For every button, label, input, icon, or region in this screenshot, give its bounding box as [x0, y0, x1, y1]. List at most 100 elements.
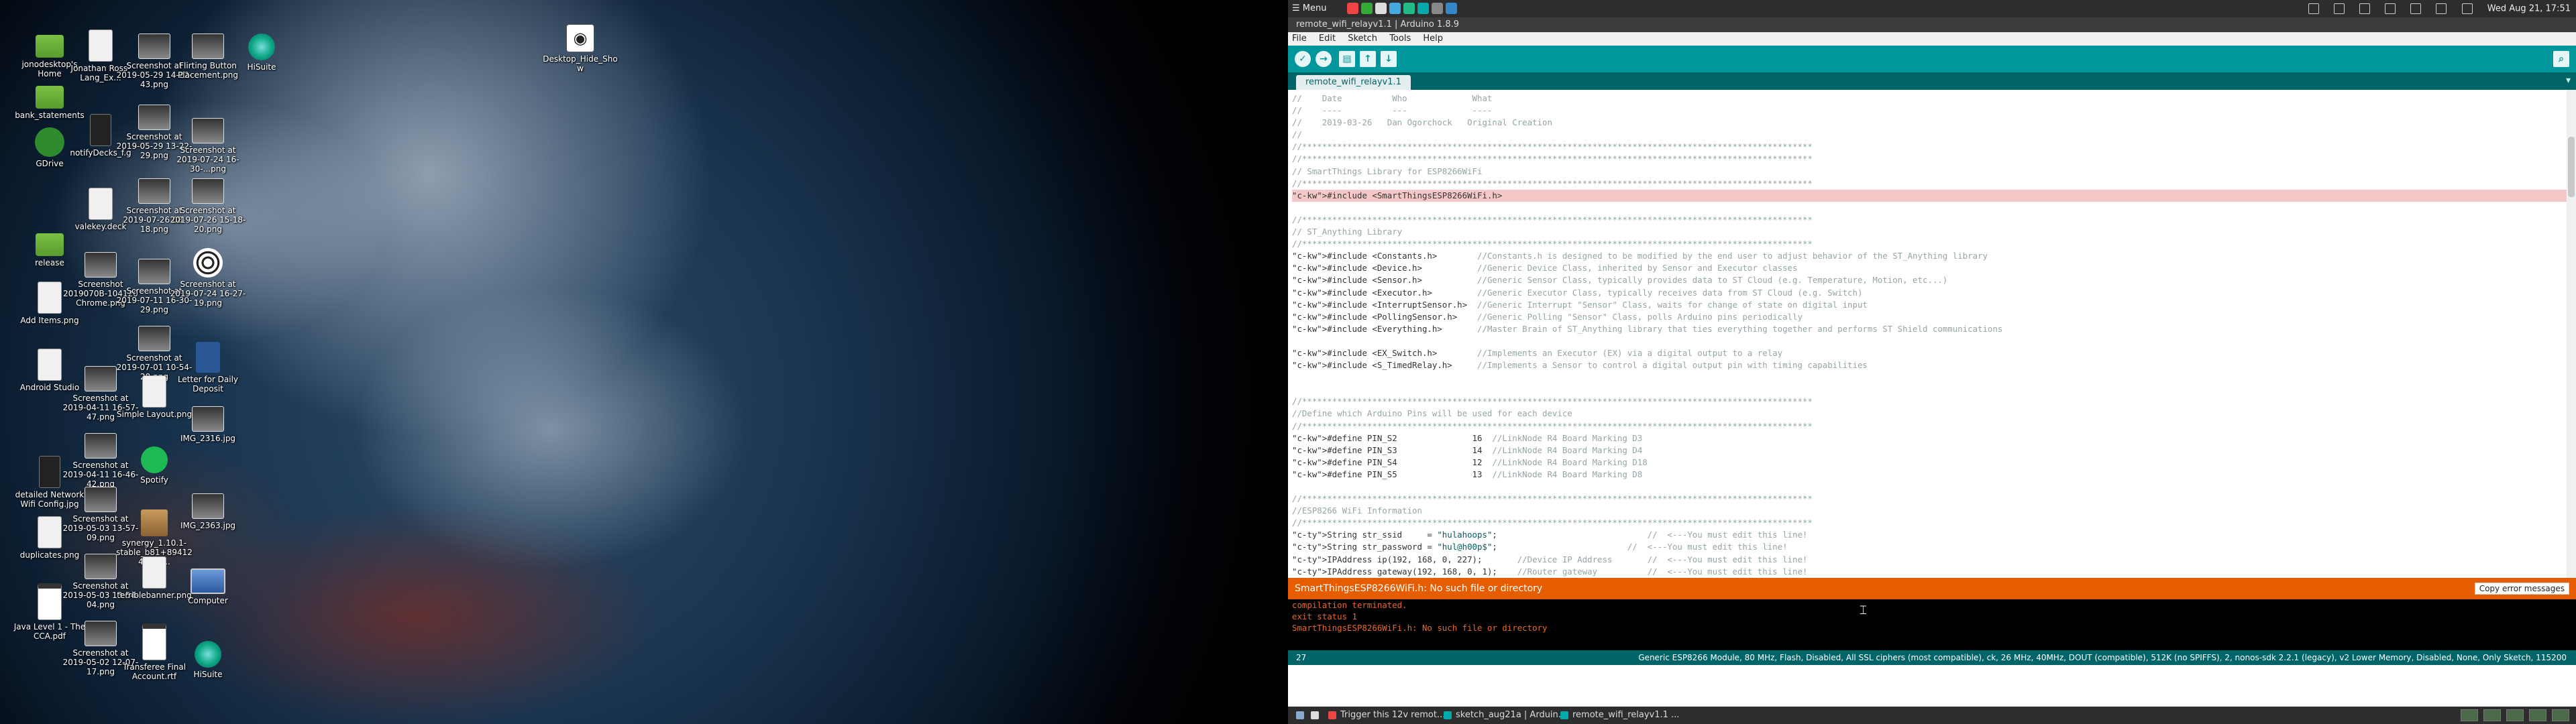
tab-bar: remote_wifi_relayv1.1 ▾ — [1288, 72, 2576, 90]
code-line[interactable]: "c-kw">#include <Device.h> //Generic Dev… — [1292, 262, 2572, 274]
desktop-icon[interactable]: Screenshot at 2019-07-24 16-30-...png — [168, 114, 248, 174]
files-icon[interactable] — [1375, 3, 1387, 14]
code-line[interactable] — [1292, 383, 2572, 396]
code-line[interactable]: "c-kw">#include <EX_Switch.h> //Implemen… — [1292, 347, 2572, 359]
code-line[interactable]: "c-kw">#define PIN_S5 13 //LinkNode R4 B… — [1292, 469, 2572, 481]
workspace-4[interactable] — [2529, 709, 2546, 721]
code-line[interactable]: "c-kw">#include <Everything.h> //Master … — [1292, 323, 2572, 335]
code-line[interactable]: "c-kw">#include <SmartThingsESP8266WiFi.… — [1292, 189, 2572, 202]
code-line[interactable]: "c-kw">#include <S_TimedRelay.h> //Imple… — [1292, 359, 2572, 371]
workspace-3[interactable] — [2506, 709, 2524, 721]
copy-error-messages-button[interactable]: Copy error messages — [2474, 583, 2569, 595]
code-line[interactable]: //**************************************… — [1292, 517, 2572, 529]
code-line[interactable]: //**************************************… — [1292, 178, 2572, 190]
info-icon[interactable] — [2333, 3, 2345, 14]
code-line[interactable]: //**************************************… — [1292, 396, 2572, 408]
android-icon[interactable] — [1361, 3, 1373, 14]
terminal-icon[interactable] — [1389, 3, 1401, 14]
code-text[interactable]: // Date Who What// ---- --- ----// 2019-… — [1288, 90, 2576, 578]
task-remote-wifi-relay[interactable]: remote_wifi_relayv1.1 ... — [1556, 709, 1683, 722]
open-button[interactable]: ↑ — [1360, 51, 1376, 67]
menu-tools[interactable]: Tools — [1389, 34, 1411, 44]
code-editor[interactable]: // Date Who What// ---- --- ----// 2019-… — [1288, 90, 2576, 578]
code-line[interactable]: "c-kw">#include <InterruptSensor.h> //Ge… — [1292, 299, 2572, 311]
mail-icon[interactable] — [2410, 3, 2422, 14]
code-line[interactable]: //**************************************… — [1292, 238, 2572, 250]
desktop-icon[interactable]: Computer — [168, 563, 248, 605]
menu-button[interactable]: ☰ Menu — [1292, 3, 1327, 13]
network-icon[interactable] — [2359, 3, 2371, 14]
task-label: Trigger this 12v remot... — [1340, 710, 1446, 720]
save-button[interactable]: ↓ — [1381, 51, 1397, 67]
code-line[interactable]: // 2019-03-26 Dan Ogorchock Original Cre… — [1292, 117, 2572, 129]
desktop-icon[interactable]: HiSuite — [221, 29, 302, 72]
task-trigger-remote[interactable]: Trigger this 12v remot... — [1324, 709, 1449, 722]
editor-scrollbar[interactable] — [2567, 90, 2576, 578]
code-line[interactable] — [1292, 202, 2572, 214]
desktop-icon[interactable]: IMG_2363.jpg — [168, 489, 248, 530]
task-sketch-aug21a[interactable]: sketch_aug21a | Arduin... — [1440, 709, 1570, 722]
code-line[interactable]: "c-kw">#define PIN_S3 14 //LinkNode R4 B… — [1292, 444, 2572, 457]
console-output[interactable]: compilation terminated. exit status 1 Sm… — [1288, 599, 2576, 650]
code-line[interactable]: // ST_Anything Library — [1292, 226, 2572, 238]
volume-icon[interactable] — [2436, 3, 2447, 14]
code-line[interactable]: "c-ty">String str_ssid = "hulahoops"; //… — [1292, 529, 2572, 541]
code-line[interactable]: "c-ty">IPAddress gateway(192, 168, 0, 1)… — [1292, 566, 2572, 578]
desktop-icon[interactable]: Add Items.png — [9, 282, 90, 325]
verify-button[interactable]: ✓ — [1295, 51, 1311, 67]
desktop-icon[interactable]: ◉ Desktop_Hide_Show — [540, 24, 621, 73]
code-line[interactable]: "c-ty">IPAddress ip(192, 168, 0, 227); /… — [1292, 554, 2572, 566]
code-line[interactable]: //**************************************… — [1292, 153, 2572, 165]
code-line[interactable]: // ---- --- ---- — [1292, 105, 2572, 117]
upload-button[interactable]: → — [1316, 51, 1332, 67]
app-icon[interactable] — [1432, 3, 1443, 14]
power-icon[interactable] — [2461, 3, 2473, 14]
menu-sketch[interactable]: Sketch — [1348, 34, 1377, 44]
code-line[interactable]: "c-kw">#include <Executor.h> //Generic E… — [1292, 287, 2572, 299]
code-line[interactable]: "c-ty">String str_password = "hul@h00p$"… — [1292, 541, 2572, 553]
desktop-icon[interactable]: Spotify — [114, 442, 195, 485]
code-line[interactable]: "c-kw">#include <Constants.h> //Constant… — [1292, 250, 2572, 262]
code-line[interactable] — [1292, 335, 2572, 347]
code-line[interactable]: //ESP8266 WiFi Information — [1292, 505, 2572, 517]
code-line[interactable] — [1292, 481, 2572, 493]
code-line[interactable]: //**************************************… — [1292, 141, 2572, 153]
clock[interactable]: Wed Aug 21, 17:51 — [2487, 4, 2571, 14]
scrollbar-thumb[interactable] — [2568, 137, 2575, 197]
code-line[interactable]: "c-kw">#define PIN_S2 16 //LinkNode R4 B… — [1292, 432, 2572, 444]
code-line[interactable]: //**************************************… — [1292, 420, 2572, 432]
menu-help[interactable]: Help — [1423, 34, 1443, 44]
arduino-icon[interactable] — [1417, 3, 1429, 14]
app-icon[interactable] — [1446, 3, 1457, 14]
workspace-5[interactable] — [2552, 709, 2569, 721]
code-line[interactable]: "c-kw">#define PIN_S4 12 //LinkNode R4 B… — [1292, 457, 2572, 469]
bluetooth-icon[interactable] — [2385, 3, 2396, 14]
desktop-icon-label: Computer — [188, 596, 228, 605]
code-line[interactable]: "c-kw">#include <PollingSensor.h> //Gene… — [1292, 311, 2572, 323]
menu-file[interactable]: File — [1292, 34, 1307, 44]
tab-remote-wifi-relay[interactable]: remote_wifi_relayv1.1 — [1296, 75, 1411, 90]
code-line[interactable]: // — [1292, 129, 2572, 141]
code-line[interactable]: // Date Who What — [1292, 93, 2572, 105]
window-titlebar[interactable]: remote_wifi_relayv1.1 | Arduino 1.8.9 — [1288, 17, 2576, 32]
code-line[interactable]: "c-kw">#include <Sensor.h> //Generic Sen… — [1292, 274, 2572, 286]
code-line[interactable] — [1292, 371, 2572, 383]
serial-monitor-button[interactable]: ⌕ — [2553, 51, 2569, 67]
spotify-icon[interactable] — [1403, 3, 1415, 14]
code-line[interactable]: //Define which Arduino Pins will be used… — [1292, 408, 2572, 420]
shot-icon — [192, 118, 224, 143]
workspace-1[interactable] — [2461, 709, 2478, 721]
tab-menu-icon[interactable]: ▾ — [2566, 75, 2571, 86]
workspace-2[interactable] — [2483, 709, 2501, 721]
menu-edit[interactable]: Edit — [1319, 34, 1336, 44]
tray-icon[interactable] — [2308, 3, 2319, 14]
code-line[interactable]: //**************************************… — [1292, 493, 2572, 505]
desktop-icon[interactable]: Screenshot at 2019-07-26 15-18-20.png — [168, 174, 248, 234]
desktop-icon[interactable]: HiSuite — [168, 637, 248, 679]
code-line[interactable]: //**************************************… — [1292, 214, 2572, 226]
desktop-icon[interactable]: Screenshot at 2019-07-24 16-27-19.png — [168, 248, 248, 308]
code-line[interactable]: // SmartThings Library for ESP8266WiFi — [1292, 166, 2572, 178]
desktop-icon[interactable]: IMG_2316.jpg — [168, 402, 248, 443]
new-button[interactable]: ▤ — [1339, 51, 1355, 67]
chrome-icon[interactable] — [1347, 3, 1358, 14]
